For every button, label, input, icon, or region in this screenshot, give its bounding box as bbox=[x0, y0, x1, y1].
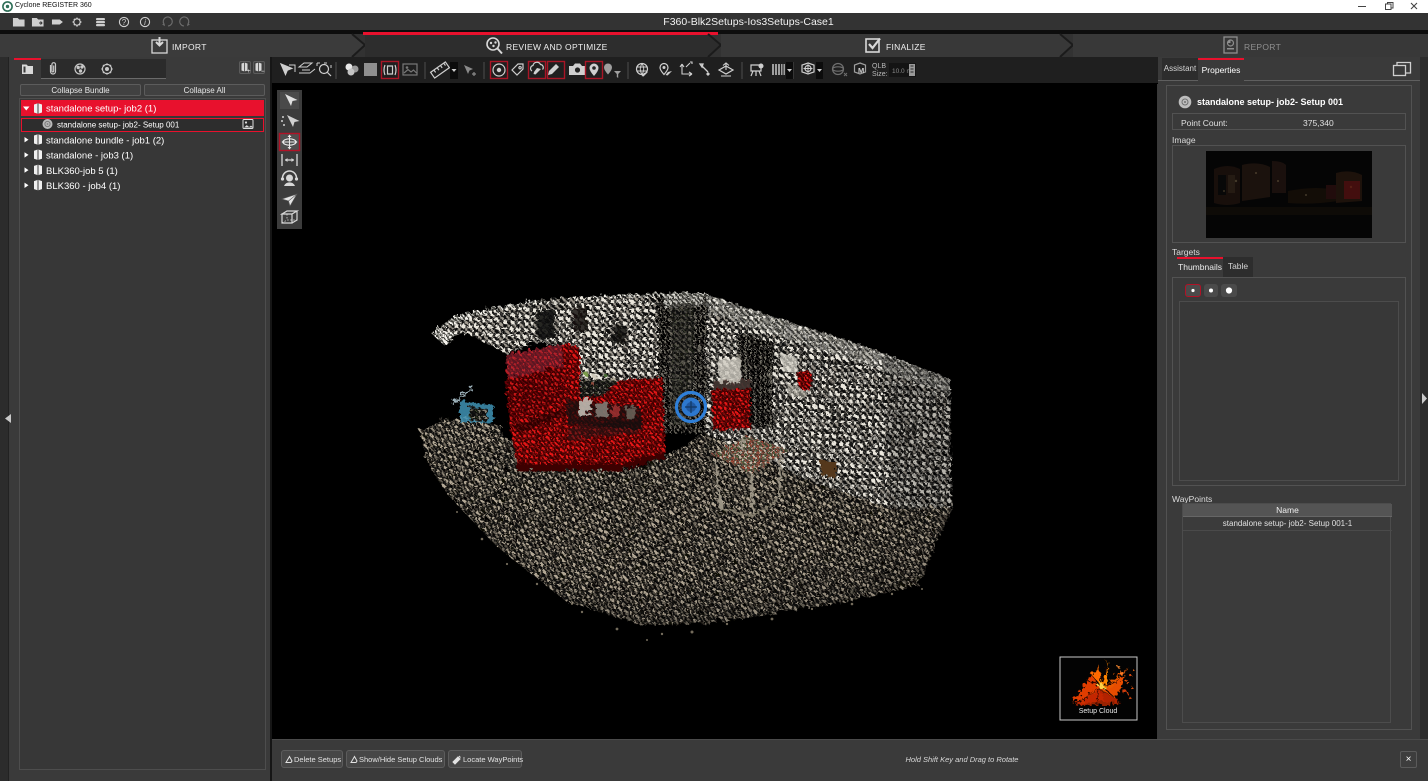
svg-text:REPORT: REPORT bbox=[1244, 42, 1281, 52]
svg-text:IMPORT: IMPORT bbox=[172, 42, 207, 52]
svg-text:M: M bbox=[858, 66, 864, 75]
svg-text:Locate WayPoints: Locate WayPoints bbox=[463, 755, 523, 764]
svg-text:+: + bbox=[247, 69, 251, 74]
svg-text:standalone setup- job2- Setup: standalone setup- job2- Setup 001 bbox=[57, 121, 180, 130]
svg-text:standalone setup- job2 (1): standalone setup- job2 (1) bbox=[46, 104, 156, 115]
svg-text:Delete Setups: Delete Setups bbox=[294, 755, 341, 764]
svg-text:REVIEW AND OPTIMIZE: REVIEW AND OPTIMIZE bbox=[506, 42, 608, 52]
svg-text:Size:: Size: bbox=[872, 71, 888, 78]
svg-text:FINALIZE: FINALIZE bbox=[886, 42, 926, 52]
svg-text:BLK360 - job4 (1): BLK360 - job4 (1) bbox=[46, 181, 120, 192]
svg-text:10.0 m: 10.0 m bbox=[892, 68, 912, 75]
svg-text:BLK360-job 5 (1): BLK360-job 5 (1) bbox=[46, 166, 118, 177]
svg-text:standalone bundle - job1 (2): standalone bundle - job1 (2) bbox=[46, 136, 164, 147]
svg-text:Setup Cloud: Setup Cloud bbox=[1079, 708, 1118, 715]
svg-text:Show/Hide Setup Clouds: Show/Hide Setup Clouds bbox=[359, 755, 443, 764]
svg-text:standalone - job3 (1): standalone - job3 (1) bbox=[46, 151, 133, 162]
svg-text:−: − bbox=[261, 69, 265, 74]
svg-text:QLB: QLB bbox=[872, 63, 886, 70]
